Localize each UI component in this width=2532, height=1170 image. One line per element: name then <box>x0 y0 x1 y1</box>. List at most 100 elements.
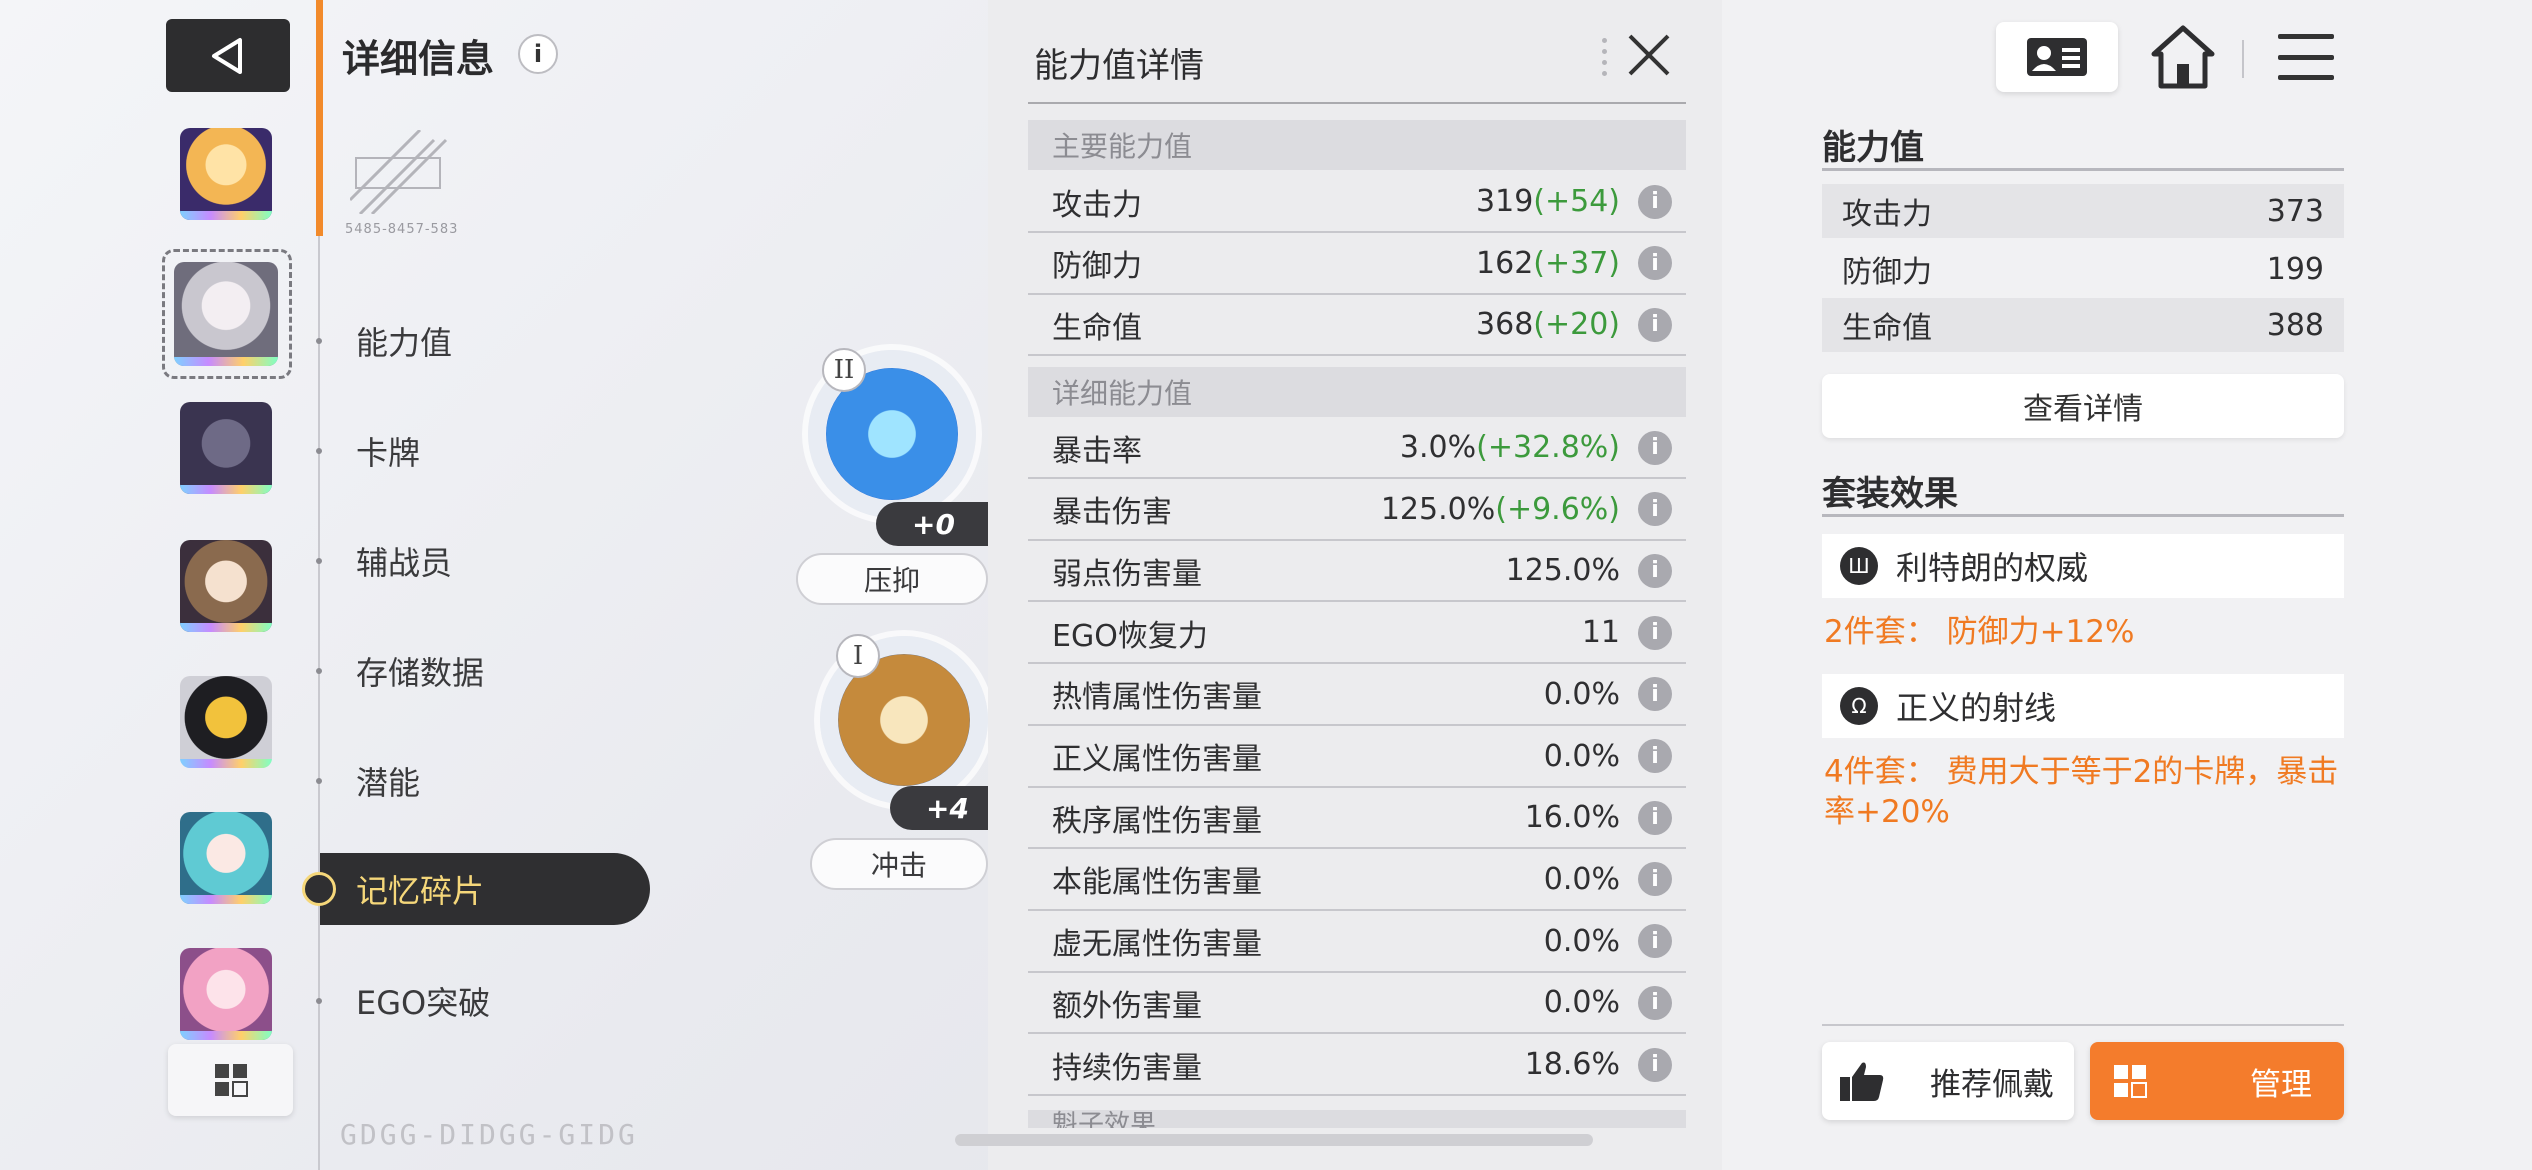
menu-item-storage-data[interactable]: 存储数据 <box>356 636 484 706</box>
rarity-bar <box>174 357 278 366</box>
menu-item-cards[interactable]: 卡牌 <box>356 416 420 486</box>
grid-view-button[interactable] <box>168 1044 293 1116</box>
set-name-box[interactable]: Ш 利特朗的权威 <box>1822 534 2344 598</box>
hamburger-menu-icon[interactable] <box>2278 34 2334 80</box>
info-icon[interactable]: i <box>1638 492 1672 527</box>
divider <box>1822 1024 2344 1026</box>
stat-label: 秩序属性伤害量 <box>1052 803 1262 839</box>
info-icon[interactable]: i <box>1638 184 1672 219</box>
character-avatar-5[interactable] <box>180 676 272 768</box>
shard-name-label: 压抑 <box>796 553 988 605</box>
stat-row: 秩序属性伤害量 16.0% i <box>1028 788 1686 850</box>
stat-bonus: (+9.6%) <box>1495 491 1620 527</box>
close-icon[interactable] <box>1624 30 1674 80</box>
rarity-bar <box>180 895 272 904</box>
stat-value: 0.0% <box>1543 738 1620 774</box>
avatar-portrait <box>180 540 272 632</box>
character-avatar-6[interactable] <box>180 812 272 904</box>
stat-value: 125.0% <box>1380 491 1496 527</box>
character-avatar-4[interactable] <box>180 540 272 632</box>
stat-value: 373 <box>2266 193 2324 229</box>
avatar-portrait <box>180 812 272 904</box>
stat-row: 持续伤害量 18.6% i <box>1028 1035 1686 1096</box>
info-icon[interactable]: i <box>1638 615 1672 650</box>
divider <box>1028 102 1686 104</box>
view-details-button[interactable]: 查看详情 <box>1822 374 2344 438</box>
game-logo-mark <box>350 130 448 214</box>
avatar-portrait <box>180 128 272 220</box>
info-icon[interactable]: i <box>1638 924 1672 959</box>
divider <box>1822 168 2344 171</box>
stat-row: 弱点伤害量 125.0% i <box>1028 541 1686 603</box>
horizontal-scrollbar[interactable] <box>955 1134 1593 1146</box>
summary-stat-hp: 生命值 388 <box>1822 298 2344 352</box>
drag-handle[interactable] <box>1602 38 1608 76</box>
stat-value: 162 <box>1476 245 1534 281</box>
info-icon[interactable]: i <box>1638 1047 1672 1082</box>
info-icon[interactable]: i <box>1638 430 1672 465</box>
info-icon[interactable]: i <box>1638 800 1672 835</box>
set-name-box[interactable]: Ω 正义的射线 <box>1822 674 2344 738</box>
back-button[interactable] <box>166 19 290 92</box>
menu-dot <box>316 998 322 1004</box>
character-avatar-1[interactable] <box>180 128 272 220</box>
stat-label: 生命值 <box>1052 310 1142 346</box>
stat-bonus: (+32.8%) <box>1476 430 1620 465</box>
character-avatar-3[interactable] <box>180 402 272 494</box>
stat-row: 防御力 162 (+37) i <box>1028 234 1686 295</box>
stat-row: 热情属性伤害量 0.0% i <box>1028 665 1686 726</box>
menu-item-memory-fragment-label: 记忆碎片 <box>356 872 485 910</box>
stat-label: 持续伤害量 <box>1052 1050 1202 1086</box>
stat-value: 388 <box>2266 307 2324 343</box>
section-header-detail-stats: 详细能力值 <box>1028 367 1686 417</box>
menu-dot <box>316 338 322 344</box>
rarity-bar <box>180 759 272 768</box>
recommend-equip-button[interactable]: 推荐佩戴 <box>1822 1042 2074 1120</box>
stat-row: 攻击力 319 (+54) i <box>1028 172 1686 233</box>
info-icon[interactable]: i <box>1638 739 1672 773</box>
info-icon[interactable]: i <box>518 34 558 74</box>
stat-row: 本能属性伤害量 0.0% i <box>1028 850 1686 911</box>
stat-label: 生命值 <box>1842 311 1932 346</box>
left-accent-bar <box>316 0 323 236</box>
info-icon[interactable]: i <box>1638 985 1672 1020</box>
rarity-bar <box>180 485 272 494</box>
set-emblem-icon: Ш <box>1840 547 1878 585</box>
menu-item-supporter[interactable]: 辅战员 <box>356 526 452 596</box>
shard-level-badge: +4 <box>890 786 988 830</box>
profile-card-button[interactable] <box>1996 22 2118 92</box>
home-icon[interactable] <box>2150 24 2216 90</box>
stat-label: 正义属性伤害量 <box>1052 742 1262 777</box>
stat-label: 攻击力 <box>1052 187 1142 223</box>
stat-value: 3.0% <box>1399 430 1477 465</box>
section-header-partial: 魁子效果 <box>1028 1110 1686 1128</box>
character-avatar-2[interactable] <box>174 262 278 366</box>
stat-value: 199 <box>2266 251 2324 287</box>
info-icon[interactable]: i <box>1638 862 1672 897</box>
stats-summary-title: 能力值 <box>1822 128 1924 168</box>
info-icon[interactable]: i <box>1638 677 1672 712</box>
menu-dot <box>316 778 322 784</box>
stat-label: 暴击伤害 <box>1052 495 1172 531</box>
stat-bonus: (+20) <box>1533 307 1620 342</box>
stat-label: 热情属性伤害量 <box>1052 680 1262 716</box>
info-icon[interactable]: i <box>1638 553 1672 588</box>
info-icon[interactable]: i <box>1638 307 1672 342</box>
menu-item-potential[interactable]: 潜能 <box>356 746 420 816</box>
menu-item-ego-break[interactable]: EGO突破 <box>356 966 490 1036</box>
stat-value: 319 <box>1476 184 1534 219</box>
manage-button[interactable]: 管理 <box>2090 1042 2344 1120</box>
stat-label: 额外伤害量 <box>1052 988 1202 1024</box>
back-triangle-icon <box>212 37 242 74</box>
info-icon[interactable]: i <box>1638 246 1672 280</box>
stat-value: 125.0% <box>1505 553 1620 589</box>
shard-level-badge: +0 <box>876 502 988 546</box>
set-name: 利特朗的权威 <box>1896 549 2089 587</box>
stat-value: 0.0% <box>1543 923 1620 959</box>
shard-name-label: 冲击 <box>810 838 988 890</box>
stat-bonus: (+54) <box>1533 184 1620 219</box>
menu-item-stats[interactable]: 能力值 <box>356 306 452 376</box>
toolbar-separator <box>2242 40 2244 78</box>
avatar-portrait <box>180 948 272 1040</box>
character-avatar-7[interactable] <box>180 948 272 1040</box>
